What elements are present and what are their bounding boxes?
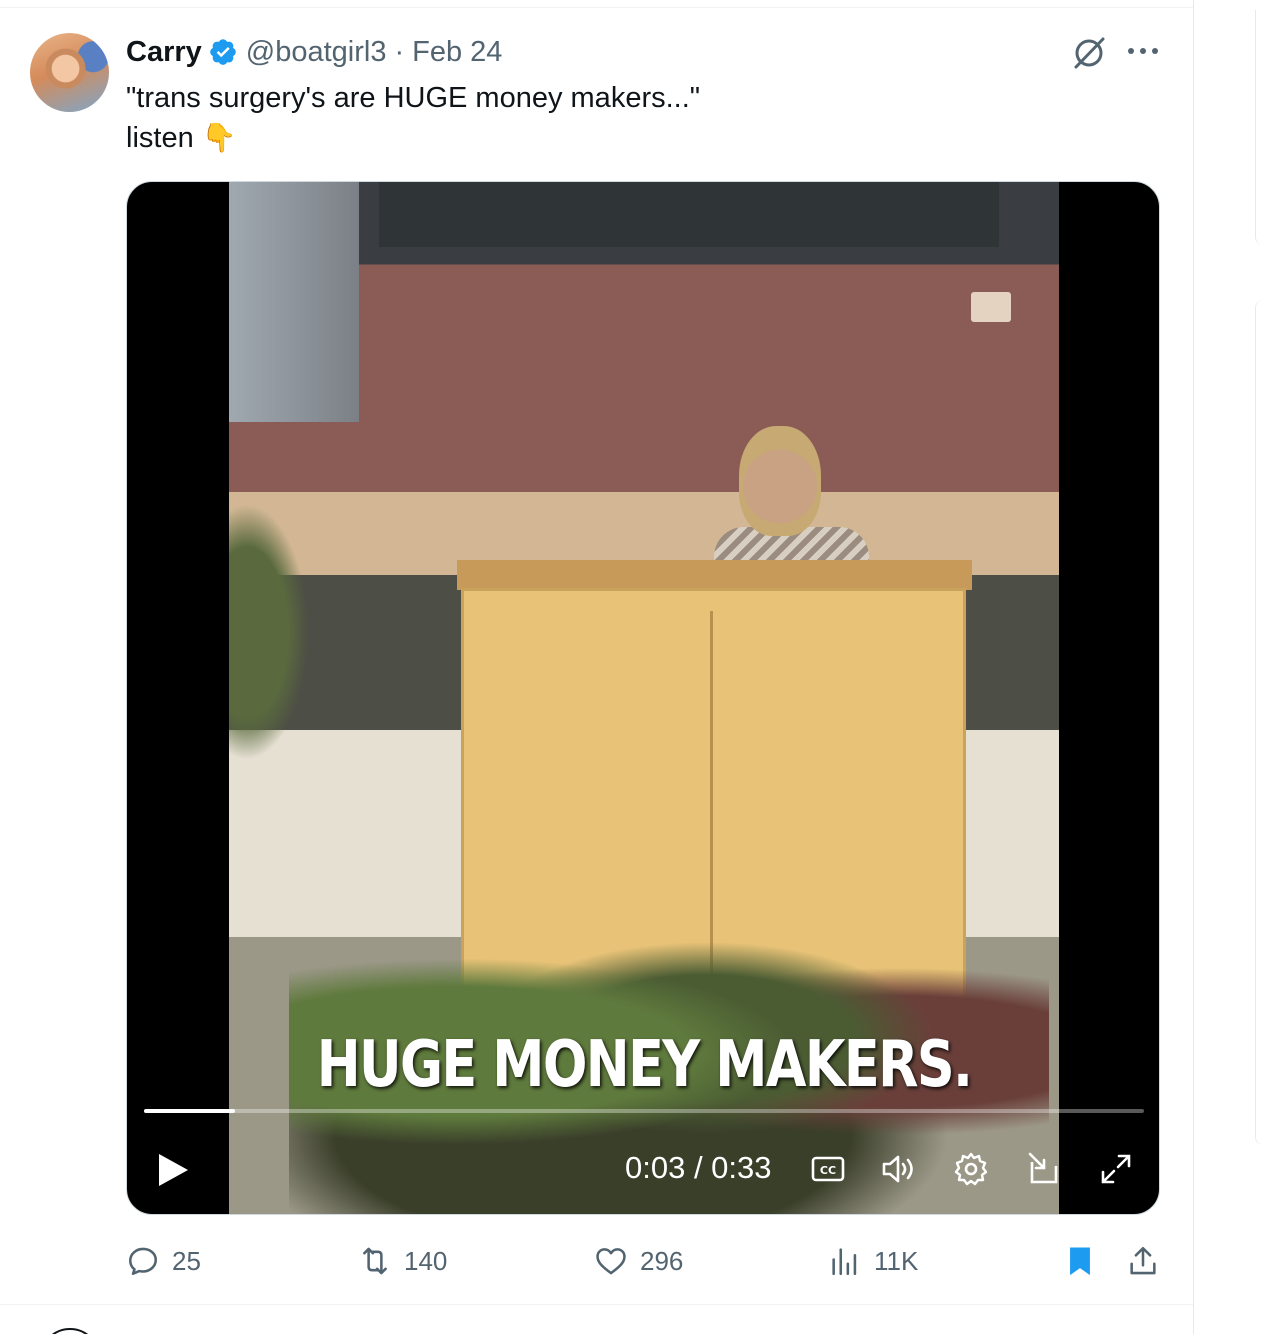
timeline-right-border <box>1193 0 1194 1334</box>
more-icon[interactable] <box>1124 36 1162 66</box>
views-icon <box>832 1248 857 1276</box>
tweet-text-word: listen <box>126 122 194 154</box>
views-button[interactable]: 11K <box>828 1238 918 1284</box>
tweet-text-line: "trans surgery's are HUGE money makers..… <box>126 82 701 114</box>
like-button[interactable]: 296 <box>594 1238 683 1284</box>
sidebar-panel-edge <box>1255 300 1262 1145</box>
author-handle[interactable]: @boatgirl3 <box>246 36 387 69</box>
retweet-icon <box>363 1247 387 1275</box>
tweet-text-line: listen 👇 <box>126 118 700 158</box>
like-icon <box>596 1248 626 1275</box>
bookmark-icon <box>1070 1247 1090 1276</box>
tweet-divider <box>0 1304 1193 1305</box>
verified-badge-icon[interactable] <box>208 37 238 67</box>
video-progress-bar[interactable] <box>144 1109 1144 1113</box>
separator-dot: · <box>394 35 405 68</box>
like-count: 296 <box>640 1245 684 1276</box>
next-tweet-avatar[interactable] <box>40 1328 100 1334</box>
grok-icon[interactable] <box>1070 34 1108 72</box>
pop-out-icon[interactable] <box>1026 1150 1064 1188</box>
top-divider <box>0 7 1193 8</box>
video-progress-fill <box>144 1109 235 1113</box>
volume-icon[interactable] <box>880 1150 918 1188</box>
captions-icon[interactable]: CC <box>809 1150 847 1188</box>
video-player[interactable]: HUGE MONEY MAKERS. 0:03 / 0:33 CC <box>126 181 1160 1215</box>
tweet-header: Carry @boatgirl3 · Feb 24 <box>126 32 502 72</box>
settings-icon[interactable] <box>952 1150 990 1188</box>
svg-text:CC: CC <box>820 1164 836 1177</box>
pointing-down-emoji-icon: 👇 <box>201 122 237 153</box>
reply-count: 25 <box>172 1245 201 1276</box>
tweet-date[interactable]: Feb 24 <box>412 36 502 69</box>
retweet-count: 140 <box>404 1245 448 1276</box>
retweet-button[interactable]: 140 <box>358 1238 447 1284</box>
video-time: 0:03 / 0:33 <box>625 1150 772 1185</box>
reply-button[interactable]: 25 <box>126 1238 201 1284</box>
avatar[interactable] <box>30 33 109 112</box>
share-button[interactable] <box>1126 1238 1160 1284</box>
share-icon <box>1130 1246 1156 1275</box>
views-count: 11K <box>874 1245 919 1276</box>
sidebar-panel-edge <box>1255 10 1262 245</box>
fullscreen-icon[interactable] <box>1097 1150 1135 1188</box>
bookmark-button[interactable] <box>1063 1238 1097 1284</box>
tweet-text: "trans surgery's are HUGE money makers..… <box>126 78 700 158</box>
author-name[interactable]: Carry <box>126 36 202 69</box>
play-icon[interactable] <box>155 1152 191 1188</box>
reply-icon <box>128 1247 158 1276</box>
video-caption: HUGE MONEY MAKERS. <box>316 1028 973 1102</box>
